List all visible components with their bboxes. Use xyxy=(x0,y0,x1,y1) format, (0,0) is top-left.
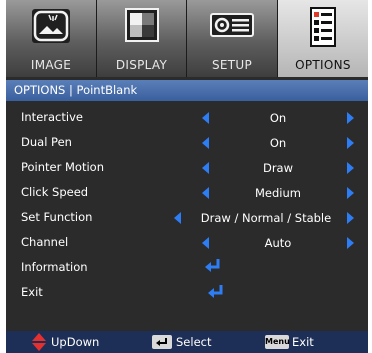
menu-item-dual-pen[interactable]: Dual Pen On xyxy=(6,130,368,155)
tab-bar: IMAGE DISPLAY SETUP OPTIONS xyxy=(6,0,368,77)
menu-item-label: Dual Pen xyxy=(21,135,72,149)
menu-item-click-speed[interactable]: Click Speed Medium xyxy=(6,180,368,205)
menu-title-bar: OPTIONS | PointBlank xyxy=(6,80,368,101)
tab-setup[interactable]: SETUP xyxy=(187,0,278,77)
right-arrow-icon[interactable] xyxy=(347,162,354,174)
menu-item-channel[interactable]: Channel Auto xyxy=(6,230,368,255)
menu-item-value: On xyxy=(269,111,287,125)
menu-item-value: Draw xyxy=(262,161,294,175)
osd-menu: IMAGE DISPLAY SETUP OPTIONS OPTIONS | Po… xyxy=(6,0,368,353)
projector-icon xyxy=(210,13,254,37)
menu-item-label: Channel xyxy=(21,235,69,249)
enter-icon[interactable] xyxy=(204,258,222,274)
tab-image[interactable]: IMAGE xyxy=(6,0,97,77)
checklist-icon xyxy=(310,7,336,47)
updown-icon xyxy=(32,333,46,351)
image-icon xyxy=(32,9,70,43)
menu-item-label: Click Speed xyxy=(21,185,89,199)
tab-display[interactable]: DISPLAY xyxy=(97,0,187,77)
menu-item-set-function[interactable]: Set Function Draw / Normal / Stable xyxy=(6,205,368,230)
footer-updown-label: UpDown xyxy=(51,335,100,349)
tab-display-label: DISPLAY xyxy=(115,58,168,72)
footer-select-label: Select xyxy=(176,335,212,349)
right-arrow-icon[interactable] xyxy=(347,212,354,224)
menu-item-exit[interactable]: Exit xyxy=(6,280,368,305)
menu-item-value: On xyxy=(269,136,287,150)
left-arrow-icon[interactable] xyxy=(174,212,181,224)
menu-item-label: Exit xyxy=(21,285,43,299)
menu-item-information[interactable]: Information xyxy=(6,255,368,280)
tab-setup-label: SETUP xyxy=(211,58,253,72)
tab-options-label: OPTIONS xyxy=(295,58,351,72)
enter-icon[interactable] xyxy=(207,284,225,300)
menu-item-value: Medium xyxy=(255,186,301,200)
menu-item-value: Draw / Normal / Stable xyxy=(200,211,332,225)
display-icon xyxy=(124,8,159,42)
tab-image-label: IMAGE xyxy=(30,58,72,72)
menu-item-pointer-motion[interactable]: Pointer Motion Draw xyxy=(6,155,368,180)
menu-item-label: Information xyxy=(21,260,88,274)
right-arrow-icon[interactable] xyxy=(347,187,354,199)
tab-options[interactable]: OPTIONS xyxy=(278,0,368,77)
right-arrow-icon[interactable] xyxy=(347,112,354,124)
menu-item-label: Pointer Motion xyxy=(21,160,104,174)
footer-bar: UpDown Select Menu Exit xyxy=(6,331,368,353)
menu-title: OPTIONS | PointBlank xyxy=(14,83,138,97)
right-arrow-icon[interactable] xyxy=(347,237,354,249)
menu-item-interactive[interactable]: Interactive On xyxy=(6,105,368,130)
menu-item-label: Set Function xyxy=(21,210,93,224)
right-arrow-icon[interactable] xyxy=(347,137,354,149)
menu-item-label: Interactive xyxy=(21,110,83,124)
menu-item-value: Auto xyxy=(264,236,292,250)
footer-exit-label: Exit xyxy=(292,335,314,349)
enter-key-icon xyxy=(152,335,172,349)
menu-key-icon: Menu xyxy=(265,335,290,349)
